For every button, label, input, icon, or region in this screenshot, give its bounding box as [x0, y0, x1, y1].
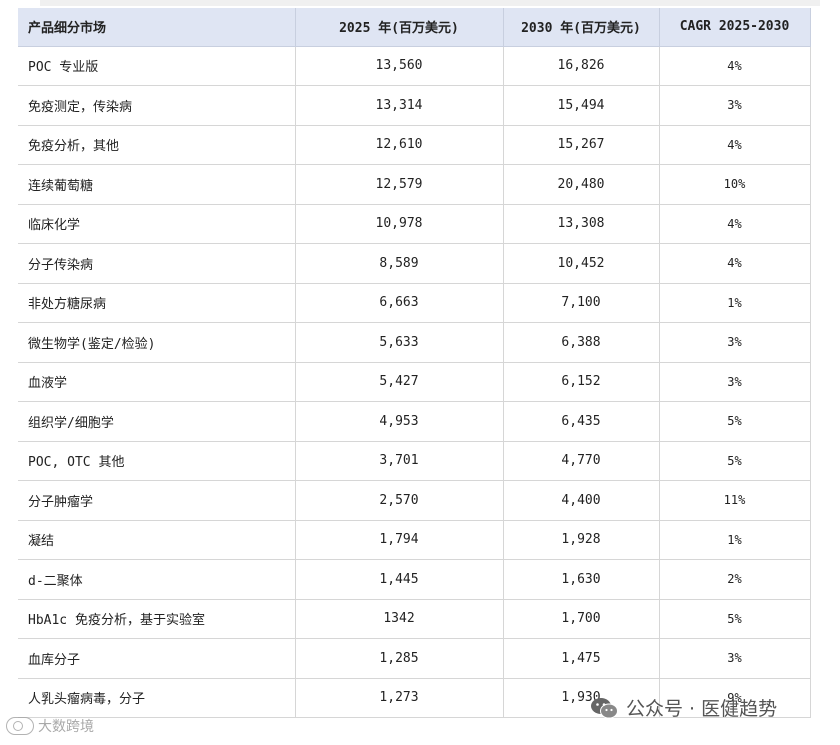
- top-strip: [40, 0, 820, 6]
- header-row: 产品细分市场 2025 年(百万美元) 2030 年(百万美元) CAGR 20…: [18, 8, 811, 47]
- cell-2025: 1342: [295, 599, 504, 639]
- cell-2025: 1,445: [295, 559, 504, 600]
- cell-2030: 6,152: [503, 362, 660, 402]
- cell-2030: 1,475: [503, 638, 660, 679]
- cell-2030: 6,388: [503, 322, 660, 363]
- cell-cagr: 1%: [659, 520, 811, 560]
- table-row: 微生物学(鉴定/检验) 5,633 6,388 3%: [18, 322, 811, 363]
- cell-cagr: 5%: [659, 441, 811, 481]
- cell-segment: 凝结: [18, 520, 296, 560]
- cell-2025: 8,589: [295, 243, 504, 284]
- cell-segment: 微生物学(鉴定/检验): [18, 322, 296, 363]
- cell-2025: 4,953: [295, 401, 504, 442]
- cell-segment: 血液学: [18, 362, 296, 402]
- wechat-watermark-text: 公众号 · 医健趋势: [626, 698, 778, 720]
- cell-2030: 4,400: [503, 480, 660, 521]
- cell-cagr: 1%: [659, 283, 811, 323]
- cell-segment: 人乳头瘤病毒，分子: [18, 678, 296, 718]
- table-row: 分子肿瘤学 2,570 4,400 11%: [18, 480, 811, 521]
- cell-cagr: 3%: [659, 638, 811, 679]
- table-row: 免疫分析，其他 12,610 15,267 4%: [18, 125, 811, 165]
- table-row: POC 专业版 13,560 16,826 4%: [18, 46, 811, 86]
- cell-segment: 非处方糖尿病: [18, 283, 296, 323]
- cell-2025: 10,978: [295, 204, 504, 244]
- wechat-watermark: 公众号 · 医健趋势: [590, 694, 777, 721]
- cell-2030: 1,928: [503, 520, 660, 560]
- cell-2030: 15,494: [503, 85, 660, 126]
- cell-segment: 血库分子: [18, 638, 296, 679]
- cell-segment: 连续葡萄糖: [18, 164, 296, 205]
- cell-cagr: 11%: [659, 480, 811, 521]
- cell-2025: 12,610: [295, 125, 504, 165]
- cell-2025: 5,633: [295, 322, 504, 363]
- header-2030: 2030 年(百万美元): [503, 8, 660, 47]
- cell-segment: 免疫测定，传染病: [18, 85, 296, 126]
- cell-cagr: 4%: [659, 243, 811, 284]
- cell-2025: 1,273: [295, 678, 504, 718]
- cell-2025: 13,560: [295, 46, 504, 86]
- wechat-icon: [591, 697, 618, 718]
- cell-2030: 10,452: [503, 243, 660, 284]
- cell-segment: 临床化学: [18, 204, 296, 244]
- brand-watermark-text: 大数跨境: [38, 719, 94, 735]
- brand-logo-icon: [6, 717, 34, 735]
- cell-segment: HbA1c 免疫分析，基于实验室: [18, 599, 296, 639]
- cell-cagr: 10%: [659, 164, 811, 205]
- cell-2030: 4,770: [503, 441, 660, 481]
- cell-cagr: 5%: [659, 401, 811, 442]
- table-body: POC 专业版 13,560 16,826 4% 免疫测定，传染病 13,314 15,49…: [18, 46, 811, 718]
- cell-segment: 分子肿瘤学: [18, 480, 296, 521]
- header-segment: 产品细分市场: [18, 8, 296, 47]
- cell-2030: 1,700: [503, 599, 660, 639]
- table-header: 产品细分市场 2025 年(百万美元) 2030 年(百万美元) CAGR 20…: [18, 8, 811, 47]
- table-row: 连续葡萄糖 12,579 20,480 10%: [18, 164, 811, 205]
- cell-2030: 1,630: [503, 559, 660, 600]
- cell-cagr: 2%: [659, 559, 811, 600]
- table-row: POC, OTC 其他 3,701 4,770 5%: [18, 441, 811, 481]
- table-row: d-二聚体 1,445 1,630 2%: [18, 559, 811, 600]
- table-row: 免疫测定，传染病 13,314 15,494 3%: [18, 85, 811, 126]
- table-row: 血液学 5,427 6,152 3%: [18, 362, 811, 402]
- table-row: 分子传染病 8,589 10,452 4%: [18, 243, 811, 284]
- cell-2025: 1,285: [295, 638, 504, 679]
- cell-2030: 16,826: [503, 46, 660, 86]
- cell-segment: 分子传染病: [18, 243, 296, 284]
- market-table: 产品细分市场 2025 年(百万美元) 2030 年(百万美元) CAGR 20…: [18, 8, 811, 718]
- cell-segment: POC 专业版: [18, 46, 296, 86]
- cell-2030: 20,480: [503, 164, 660, 205]
- table-row: 凝结 1,794 1,928 1%: [18, 520, 811, 560]
- cell-cagr: 3%: [659, 85, 811, 126]
- header-cagr: CAGR 2025-2030: [659, 8, 811, 47]
- cell-cagr: 3%: [659, 322, 811, 363]
- cell-cagr: 4%: [659, 125, 811, 165]
- cell-cagr: 3%: [659, 362, 811, 402]
- cell-2030: 15,267: [503, 125, 660, 165]
- cell-2025: 1,794: [295, 520, 504, 560]
- table-row: 血库分子 1,285 1,475 3%: [18, 638, 811, 679]
- cell-2025: 13,314: [295, 85, 504, 126]
- cell-segment: 免疫分析，其他: [18, 125, 296, 165]
- cell-2030: 7,100: [503, 283, 660, 323]
- table-row: 非处方糖尿病 6,663 7,100 1%: [18, 283, 811, 323]
- cell-segment: POC, OTC 其他: [18, 441, 296, 481]
- table-row: HbA1c 免疫分析，基于实验室 1342 1,700 5%: [18, 599, 811, 639]
- market-table-container: 产品细分市场 2025 年(百万美元) 2030 年(百万美元) CAGR 20…: [18, 8, 811, 718]
- cell-segment: 组织学/细胞学: [18, 401, 296, 442]
- cell-2030: 6,435: [503, 401, 660, 442]
- cell-segment: d-二聚体: [18, 559, 296, 600]
- header-2025: 2025 年(百万美元): [295, 8, 504, 47]
- cell-2030: 13,308: [503, 204, 660, 244]
- cell-2025: 2,570: [295, 480, 504, 521]
- brand-watermark: 大数跨境: [6, 716, 94, 736]
- cell-cagr: 4%: [659, 46, 811, 86]
- cell-2025: 5,427: [295, 362, 504, 402]
- cell-cagr: 4%: [659, 204, 811, 244]
- cell-2025: 12,579: [295, 164, 504, 205]
- cell-2025: 3,701: [295, 441, 504, 481]
- table-row: 临床化学 10,978 13,308 4%: [18, 204, 811, 244]
- table-row: 组织学/细胞学 4,953 6,435 5%: [18, 401, 811, 442]
- cell-2025: 6,663: [295, 283, 504, 323]
- cell-cagr: 5%: [659, 599, 811, 639]
